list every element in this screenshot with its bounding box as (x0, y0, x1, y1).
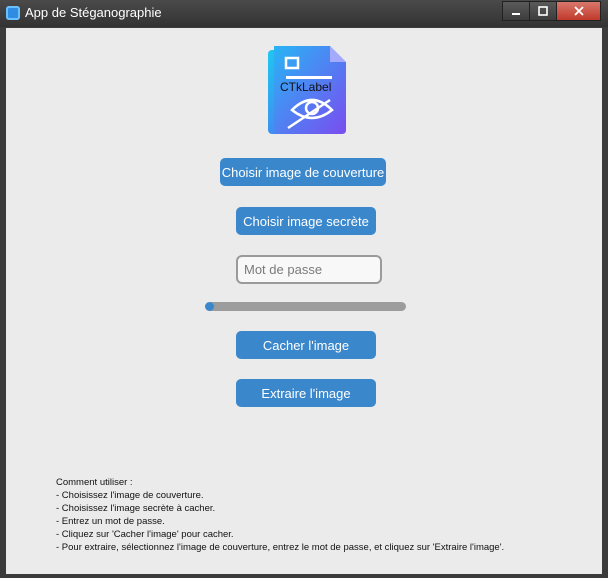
close-button[interactable] (556, 1, 601, 21)
instructions-line: - Choisissez l'image de couverture. (56, 490, 204, 501)
minimize-button[interactable] (502, 1, 530, 21)
instructions-line: - Cliquez sur 'Cacher l'image' pour cach… (56, 529, 234, 540)
instructions-line: Comment utiliser : (56, 477, 133, 488)
choose-cover-button[interactable]: Choisir image de couverture (220, 158, 386, 186)
window-controls (502, 1, 601, 21)
extract-image-button[interactable]: Extraire l'image (236, 379, 376, 407)
progress-fill (205, 302, 214, 311)
title-bar[interactable]: App de Stéganographie (0, 0, 608, 27)
maximize-button[interactable] (529, 1, 557, 21)
main-content: CTkLabel Choisir image de couverture Cho… (6, 28, 602, 574)
app-icon (6, 6, 20, 20)
close-icon (573, 6, 584, 16)
instructions-line: - Entrez un mot de passe. (56, 516, 165, 527)
progress-bar (205, 302, 406, 311)
instructions-line: - Pour extraire, sélectionnez l'image de… (56, 542, 505, 553)
hide-image-button[interactable]: Cacher l'image (236, 331, 376, 359)
instructions-line: - Choisissez l'image secrète à cacher. (56, 503, 216, 514)
maximize-icon (538, 6, 548, 16)
app-window: App de Stéganographie CTkLabel Choisir i… (0, 0, 608, 578)
password-input[interactable] (236, 255, 382, 284)
logo-label: CTkLabel (280, 80, 332, 94)
logo: CTkLabel (268, 44, 348, 136)
choose-secret-button[interactable]: Choisir image secrète (236, 207, 376, 235)
minimize-icon (512, 13, 520, 15)
window-title: App de Stéganographie (25, 5, 162, 20)
instructions: Comment utiliser : - Choisissez l'image … (56, 476, 504, 554)
